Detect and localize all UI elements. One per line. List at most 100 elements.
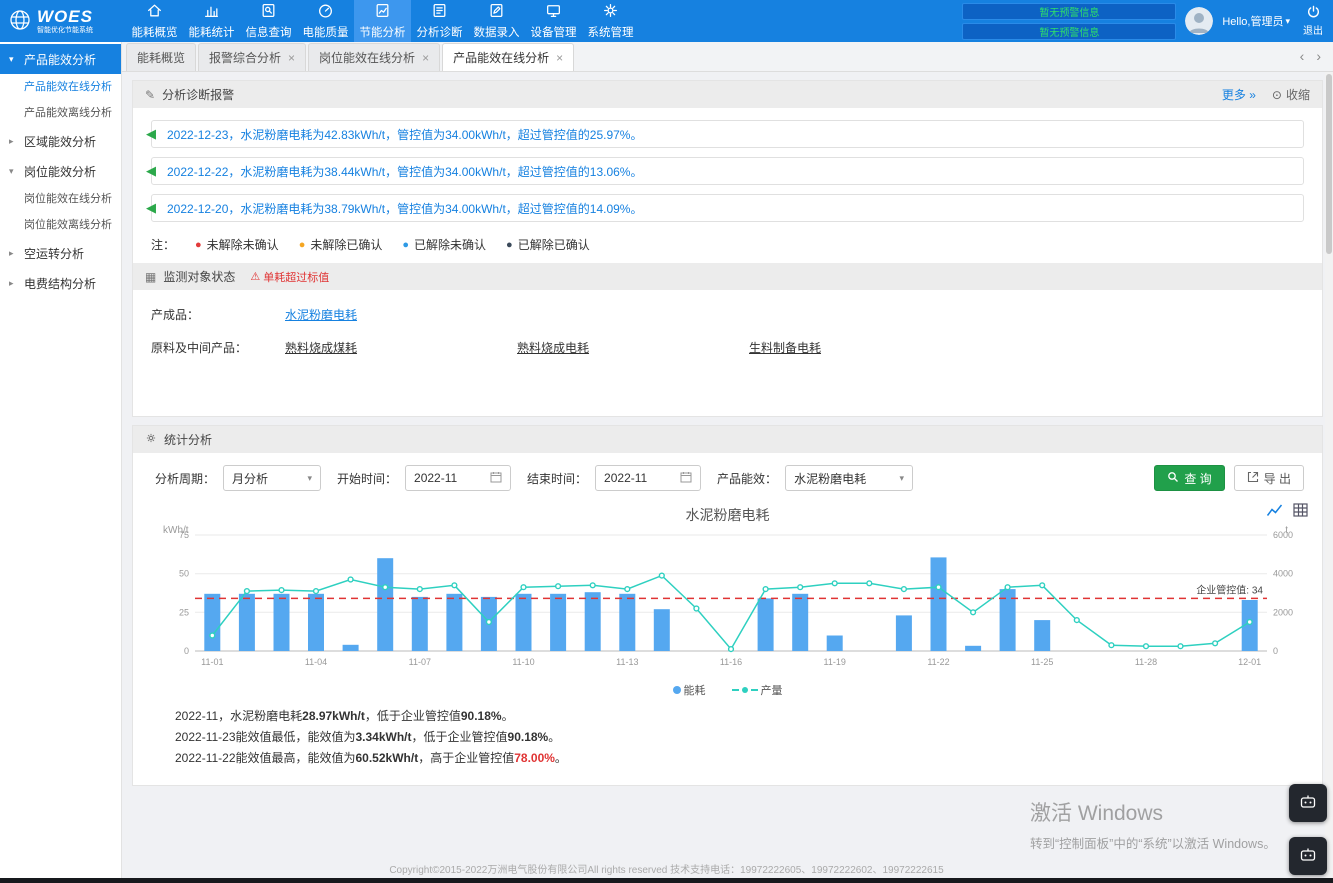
nav-item-chart[interactable]: 能耗统计 xyxy=(183,0,240,42)
search-icon xyxy=(1167,471,1179,486)
alert-banners: 暂无预警信息暂无预警信息 xyxy=(962,3,1176,40)
bar-11-21 xyxy=(896,615,912,651)
nav-item-system[interactable]: 系统管理 xyxy=(582,0,639,42)
nav-item-analysis[interactable]: 节能分析 xyxy=(354,0,411,42)
nav-item-gauge[interactable]: 电能质量 xyxy=(297,0,354,42)
nav-label: 节能分析 xyxy=(360,24,406,40)
bar-11-06 xyxy=(377,558,393,651)
product-select[interactable]: 水泥粉磨电耗 ▾ xyxy=(785,465,913,491)
monitor-panel-header: ▦ 监测对象状态 ⚠ 单耗超过标值 xyxy=(133,263,1322,290)
nav-label: 能耗概览 xyxy=(132,24,178,40)
tab[interactable]: 能耗概览 xyxy=(126,43,196,71)
note-label: 注： xyxy=(151,236,175,253)
close-icon[interactable]: × xyxy=(422,51,429,65)
collapse-label: 收缩 xyxy=(1286,86,1310,103)
nav-item-home[interactable]: 能耗概览 xyxy=(126,0,183,42)
nav-label: 数据录入 xyxy=(474,24,520,40)
sidebar-group-tariff[interactable]: ▸电费结构分析 xyxy=(0,268,121,298)
legend-line-icon xyxy=(732,689,739,691)
legend-item-bar[interactable]: 能耗 xyxy=(673,682,706,698)
nav-item-search[interactable]: 信息查询 xyxy=(240,0,297,42)
home-icon xyxy=(146,2,163,22)
close-icon[interactable]: × xyxy=(556,51,563,65)
collapse-toggle[interactable]: ⊙ 收缩 xyxy=(1272,86,1310,103)
diagnosis-alert-row[interactable]: ◀2022-12-22，水泥粉磨电耗为38.44kWh/t，管控值为34.00k… xyxy=(151,157,1304,185)
assistant-button[interactable] xyxy=(1289,784,1327,822)
diagnosis-card: ✎ 分析诊断报警 更多 » ⊙ 收缩 ◀2022-12-23，水泥粉磨电耗为42… xyxy=(132,80,1323,417)
chart-view-icon[interactable] xyxy=(1266,503,1284,517)
end-date-input[interactable]: 2022-11 xyxy=(595,465,701,491)
table-view-icon[interactable] xyxy=(1293,503,1308,517)
diagnosis-alert-list: ◀2022-12-23，水泥粉磨电耗为42.83kWh/t，管控值为34.00k… xyxy=(133,108,1322,233)
diagnosis-icon xyxy=(431,2,448,22)
legend-item-line[interactable]: 产量 xyxy=(732,682,783,698)
nav-item-device[interactable]: 设备管理 xyxy=(525,0,582,42)
alarm-legend-item: ●未解除未确认 xyxy=(195,236,279,253)
diagnosis-alert-row[interactable]: ◀2022-12-20，水泥粉磨电耗为38.79kWh/t，管控值为34.00k… xyxy=(151,194,1304,222)
main-nav: 能耗概览能耗统计信息查询电能质量节能分析分析诊断数据录入设备管理系统管理 xyxy=(126,0,639,42)
tabs-scroll-left-icon[interactable]: ‹ xyxy=(1300,48,1305,64)
nav-item-entry[interactable]: 数据录入 xyxy=(468,0,525,42)
service-button[interactable] xyxy=(1289,837,1327,875)
sidebar-group-product[interactable]: ▾产品能效分析 xyxy=(0,44,121,74)
main-content: ✎ 分析诊断报警 更多 » ⊙ 收缩 ◀2022-12-23，水泥粉磨电耗为42… xyxy=(122,72,1333,883)
app-header: WOES 智能优化节能系统 能耗概览能耗统计信息查询电能质量节能分析分析诊断数据… xyxy=(0,0,1333,42)
export-button[interactable]: 导 出 xyxy=(1234,465,1304,491)
sidebar-group-idle[interactable]: ▸空运转分析 xyxy=(0,238,121,268)
svg-text:2000: 2000 xyxy=(1273,607,1293,617)
sidebar-group-label: 区域能效分析 xyxy=(24,133,96,150)
scrollbar[interactable] xyxy=(1325,72,1333,878)
start-date-input[interactable]: 2022-11 xyxy=(405,465,511,491)
tab[interactable]: 岗位能效在线分析 × xyxy=(308,43,440,71)
bar-11-03 xyxy=(274,594,290,651)
sidebar-group-region[interactable]: ▸区域能效分析 xyxy=(0,126,121,156)
logout-button[interactable]: 退出 xyxy=(1299,5,1327,37)
svg-text:11-13: 11-13 xyxy=(616,657,638,667)
more-link[interactable]: 更多 » xyxy=(1222,86,1256,103)
scrollbar-thumb[interactable] xyxy=(1326,74,1332,254)
header-right: 暂无预警信息暂无预警信息 Hello,管理员 ▾ 退出 xyxy=(962,3,1333,40)
monitor-item[interactable]: 熟料烧成煤耗 xyxy=(285,339,517,356)
bar-11-07 xyxy=(412,597,428,651)
bar-11-05 xyxy=(343,645,359,651)
header-alert-banner[interactable]: 暂无预警信息 xyxy=(962,3,1176,20)
tab-label: 产品能效在线分析 xyxy=(453,49,549,66)
alarm-status-legend: 注：●未解除未确认●未解除已确认●已解除未确认●已解除已确认 xyxy=(133,233,1322,263)
user-menu[interactable]: Hello,管理员 ▾ xyxy=(1222,13,1290,29)
sidebar-group-post[interactable]: ▾岗位能效分析 xyxy=(0,156,121,186)
analysis-icon xyxy=(374,2,391,22)
svg-text:企业管控值: 34: 企业管控值: 34 xyxy=(1196,583,1263,596)
tab-label: 岗位能效在线分析 xyxy=(319,49,415,66)
close-icon[interactable]: × xyxy=(288,51,295,65)
nav-label: 电能质量 xyxy=(303,24,349,40)
tab[interactable]: 报警综合分析× xyxy=(198,43,306,71)
legend-dot-icon xyxy=(742,687,748,693)
sidebar-item[interactable]: 产品能效在线分析 xyxy=(0,74,121,100)
sidebar-item[interactable]: 产品能效离线分析 xyxy=(0,100,121,126)
collapse-icon: ⊙ xyxy=(1272,88,1282,102)
chart-legend: 能耗 产量 xyxy=(141,680,1314,706)
sidebar-item[interactable]: 岗位能效在线分析 xyxy=(0,186,121,212)
app-logo[interactable]: WOES 智能优化节能系统 xyxy=(0,8,126,35)
query-button[interactable]: 查 询 xyxy=(1154,465,1224,491)
chart-summary: 2022-11，水泥粉磨电耗28.97kWh/t，低于企业管控值90.18%。2… xyxy=(133,706,1322,785)
monitor-item[interactable]: 生料制备电耗 xyxy=(749,339,981,356)
tab[interactable]: 产品能效在线分析 × xyxy=(442,43,574,71)
monitor-item[interactable]: 熟料烧成电耗 xyxy=(517,339,749,356)
header-alert-banner[interactable]: 暂无预警信息 xyxy=(962,23,1176,40)
sidebar-group-label: 岗位能效分析 xyxy=(24,163,96,180)
tabs-scroll-right-icon[interactable]: › xyxy=(1316,48,1321,64)
end-date-value: 2022-11 xyxy=(604,471,647,485)
monitor-item[interactable]: 水泥粉磨电耗 xyxy=(285,306,517,323)
search-icon xyxy=(260,2,277,22)
period-value: 月分析 xyxy=(232,470,268,487)
chart-area: 水泥粉磨电耗 kWh/t t 0255075020004000600011-01… xyxy=(133,503,1322,706)
period-select[interactable]: 月分析 ▾ xyxy=(223,465,321,491)
nav-item-diagnosis[interactable]: 分析诊断 xyxy=(411,0,468,42)
start-date-value: 2022-11 xyxy=(414,471,457,485)
avatar[interactable] xyxy=(1185,7,1213,35)
legend-line-icon xyxy=(751,689,758,691)
monitor-warning: ⚠ 单耗超过标值 xyxy=(250,269,329,285)
diagnosis-alert-row[interactable]: ◀2022-12-23，水泥粉磨电耗为42.83kWh/t，管控值为34.00k… xyxy=(151,120,1304,148)
sidebar-item[interactable]: 岗位能效离线分析 xyxy=(0,212,121,238)
